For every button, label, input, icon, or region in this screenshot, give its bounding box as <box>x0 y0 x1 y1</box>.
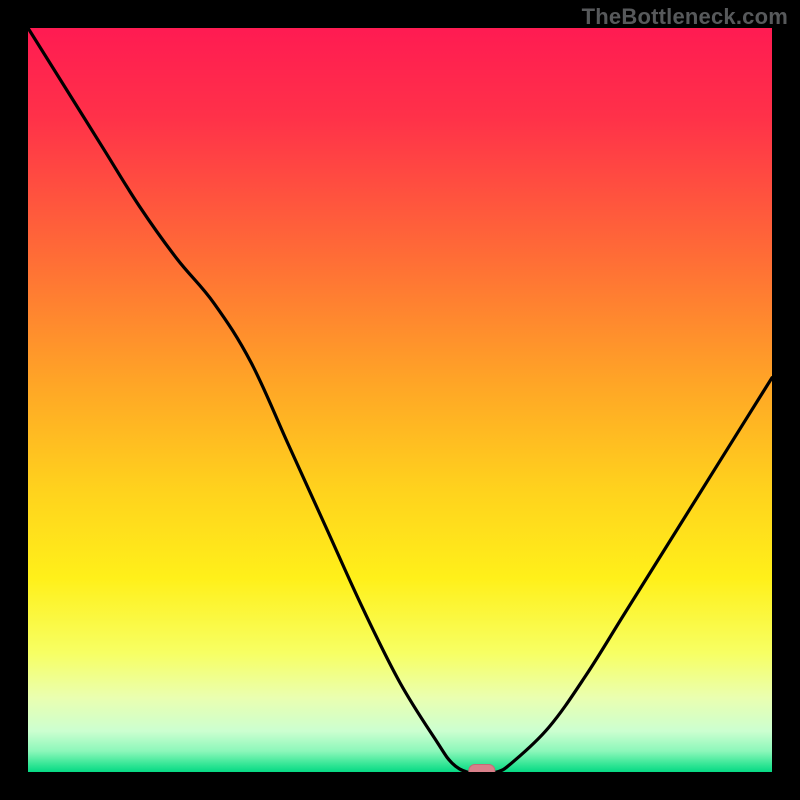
plot-area <box>28 28 772 772</box>
chart-frame: TheBottleneck.com <box>0 0 800 800</box>
bottleneck-curve-chart <box>28 28 772 772</box>
gradient-background <box>28 28 772 772</box>
watermark-text: TheBottleneck.com <box>582 4 788 30</box>
optimal-point-marker <box>469 765 495 773</box>
